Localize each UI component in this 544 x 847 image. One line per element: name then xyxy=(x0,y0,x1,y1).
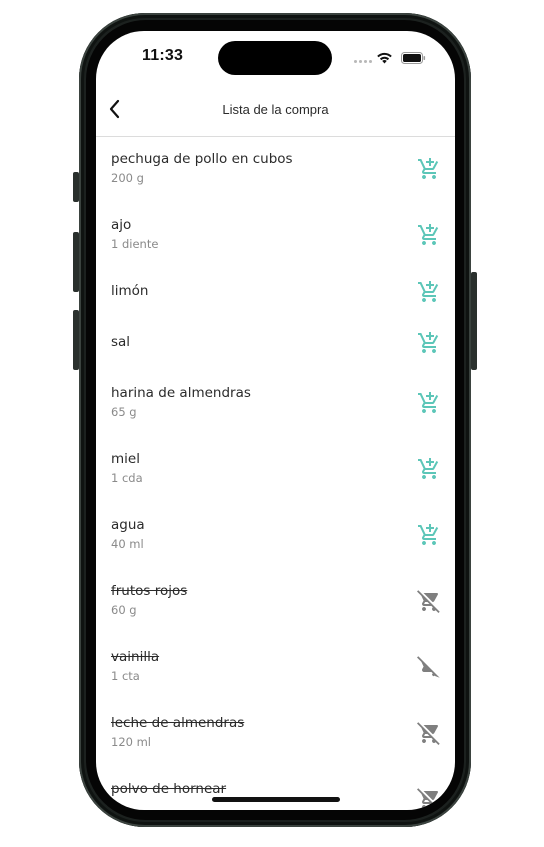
item-quantity: 1 cda xyxy=(111,471,143,485)
add-to-cart-icon[interactable] xyxy=(417,457,441,481)
dynamic-island xyxy=(218,41,332,75)
item-quantity: 40 ml xyxy=(111,537,144,551)
remove-from-cart-icon[interactable] xyxy=(417,787,441,810)
cellular-signal-icon xyxy=(354,60,372,63)
item-name: leche de almendras xyxy=(111,715,245,731)
phone-screen: 11:33 Lista de la compra pechuga de poll… xyxy=(96,31,455,810)
item-quantity: 200 g xyxy=(111,171,144,185)
page-title: Lista de la compra xyxy=(222,102,329,117)
battery-icon xyxy=(401,52,426,64)
item-name: vainilla xyxy=(111,649,160,665)
home-indicator[interactable] xyxy=(212,797,340,802)
add-to-cart-icon[interactable] xyxy=(417,523,441,547)
status-time: 11:33 xyxy=(142,47,184,64)
app-header: Lista de la compra xyxy=(96,87,455,137)
power-button xyxy=(471,272,477,370)
item-name: agua xyxy=(111,517,145,533)
item-name: ajo xyxy=(111,217,132,233)
add-to-cart-icon[interactable] xyxy=(417,223,441,247)
add-to-cart-icon[interactable] xyxy=(417,157,441,181)
remove-from-cart-icon[interactable] xyxy=(417,655,441,679)
item-quantity: 1 diente xyxy=(111,237,159,251)
item-name: miel xyxy=(111,451,140,467)
remove-from-cart-icon[interactable] xyxy=(417,721,441,745)
item-quantity: 1 cta xyxy=(111,669,140,683)
item-name: pechuga de pollo en cubos xyxy=(111,151,293,167)
item-quantity: 120 ml xyxy=(111,735,152,749)
item-quantity: 65 g xyxy=(111,405,137,419)
remove-from-cart-icon[interactable] xyxy=(417,589,441,613)
add-to-cart-icon[interactable] xyxy=(417,391,441,415)
item-quantity: 60 g xyxy=(111,603,137,617)
item-name: polvo de hornear xyxy=(111,781,227,797)
item-name: frutos rojos xyxy=(111,583,188,599)
wifi-icon xyxy=(377,52,392,64)
item-name: sal xyxy=(111,334,131,350)
item-name: harina de almendras xyxy=(111,385,251,401)
add-to-cart-icon[interactable] xyxy=(417,280,441,304)
item-name: limón xyxy=(111,283,149,299)
add-to-cart-icon[interactable] xyxy=(417,331,441,355)
